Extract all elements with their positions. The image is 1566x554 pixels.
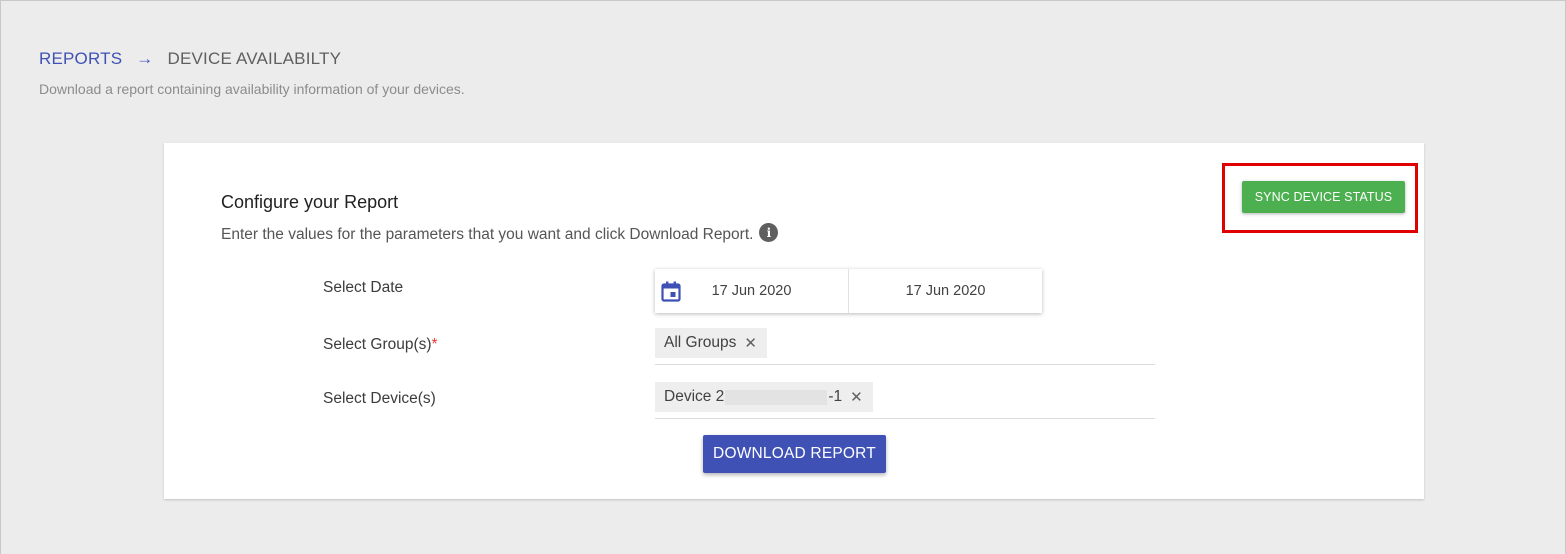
start-date-field[interactable]: 17 Jun 2020 [655,269,849,313]
breadcrumb: REPORTS → DEVICE AVAILABILTY [39,49,341,69]
redacted-text [725,389,828,405]
info-icon[interactable]: i [759,223,779,242]
calendar-icon[interactable] [661,281,681,302]
breadcrumb-current: DEVICE AVAILABILTY [167,49,342,68]
date-range-picker[interactable]: 17 Jun 2020 17 Jun 2020 [655,269,1042,313]
select-groups-label-text: Select Group(s) [323,336,432,353]
groups-select[interactable]: All Groups ✕ [655,328,1155,365]
select-groups-label: Select Group(s)* [323,336,438,354]
group-chip: All Groups ✕ [655,328,767,358]
page-subtitle: Download a report containing availabilit… [39,81,465,97]
report-config-card: Configure your Report Enter the values f… [164,143,1424,499]
card-description: Enter the values for the parameters that… [221,223,779,244]
select-date-label: Select Date [323,279,404,296]
device-chip: Device 2 -1 ✕ [655,382,873,412]
card-title: Configure your Report [221,192,399,212]
sync-device-status-button[interactable]: SYNC DEVICE STATUS [1242,181,1405,213]
page: REPORTS → DEVICE AVAILABILTY Download a … [0,0,1566,554]
end-date-value: 17 Jun 2020 [905,283,986,299]
device-chip-prefix: Device 2 [664,388,725,405]
select-devices-label: Select Device(s) [323,390,436,407]
group-chip-label: All Groups [664,334,737,351]
breadcrumb-reports-link[interactable]: REPORTS [39,49,122,69]
end-date-field[interactable]: 17 Jun 2020 [849,269,1042,313]
chip-remove-icon[interactable]: ✕ [850,388,863,406]
device-chip-suffix: -1 [828,388,843,405]
start-date-value: 17 Jun 2020 [711,283,792,299]
chip-remove-icon[interactable]: ✕ [744,334,757,352]
arrow-right-icon: → [136,49,154,68]
required-mark: * [431,336,438,353]
devices-select[interactable]: Device 2 -1 ✕ [655,382,1155,419]
download-report-button[interactable]: DOWNLOAD REPORT [703,435,886,473]
card-description-text: Enter the values for the parameters that… [221,225,754,243]
